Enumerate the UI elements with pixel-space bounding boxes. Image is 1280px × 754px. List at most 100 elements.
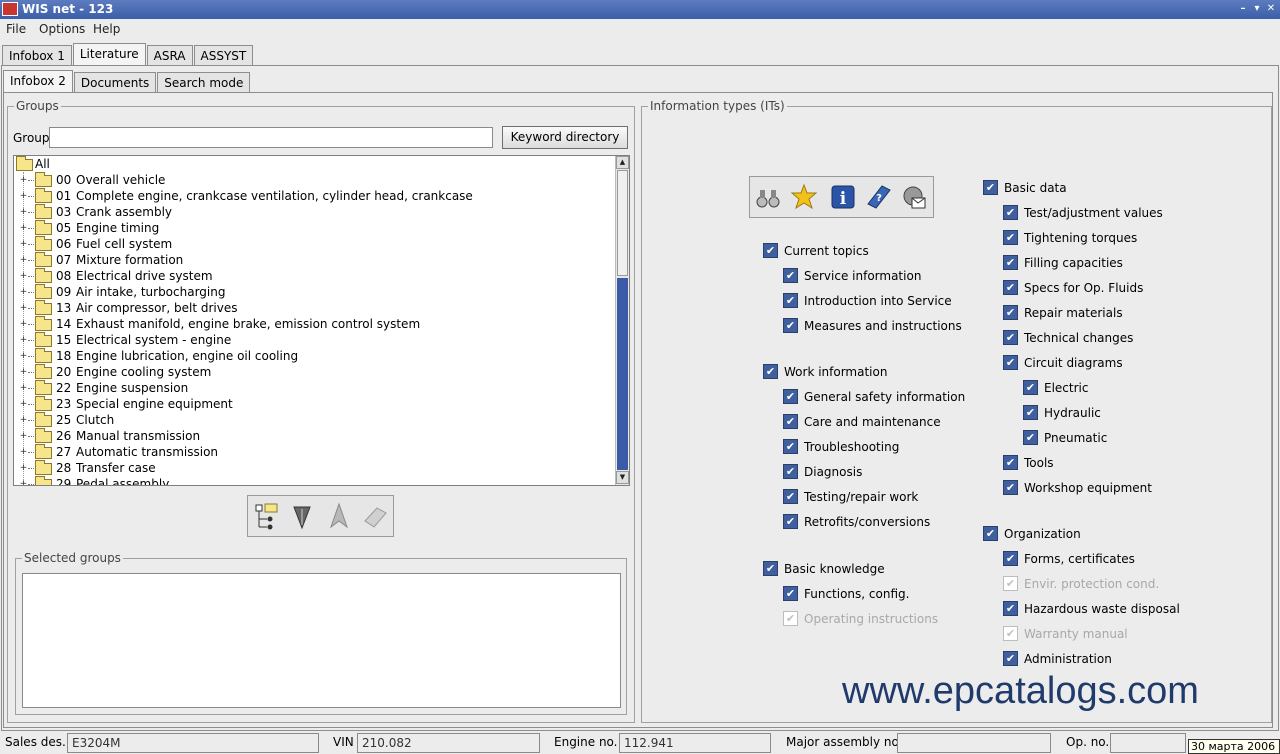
info-icon[interactable]: i — [829, 182, 857, 212]
expand-icon[interactable]: + — [19, 384, 28, 393]
expand-icon[interactable]: + — [19, 304, 28, 313]
checkbox-checked-icon[interactable]: ✔ — [1003, 455, 1018, 470]
tab-assyst[interactable]: ASSYST — [193, 45, 254, 66]
select-down-icon[interactable] — [288, 501, 316, 531]
checkbox-checked-icon[interactable]: ✔ — [783, 514, 798, 529]
expand-icon[interactable]: + — [19, 320, 28, 329]
folder-icon — [35, 476, 52, 485]
checkbox-organization-label: Organization — [1004, 527, 1081, 541]
folder-icon — [35, 172, 52, 187]
mail-icon[interactable] — [900, 182, 928, 212]
folder-icon — [35, 444, 52, 459]
tab-asra[interactable]: ASRA — [146, 45, 193, 66]
tree-connector — [28, 260, 34, 261]
expand-icon[interactable]: + — [19, 368, 28, 377]
menu-options[interactable]: Options — [39, 22, 85, 36]
expand-icon[interactable]: + — [19, 256, 28, 265]
checkbox-checked-icon[interactable]: ✔ — [783, 439, 798, 454]
checkbox-checked-icon[interactable]: ✔ — [763, 243, 778, 258]
checkbox-administration-label: Administration — [1024, 652, 1112, 666]
checkbox-checked-icon[interactable]: ✔ — [1003, 330, 1018, 345]
expand-icon[interactable]: + — [19, 192, 28, 201]
expand-icon[interactable]: + — [19, 176, 28, 185]
scroll-thumb[interactable] — [617, 170, 628, 276]
checkbox-checked-icon[interactable]: ✔ — [1003, 280, 1018, 295]
menu-file[interactable]: File — [6, 22, 26, 36]
menu-bar: File Options Help — [0, 19, 1280, 41]
tab-infobox-2[interactable]: Infobox 2 — [3, 70, 73, 93]
checkbox-checked-icon[interactable]: ✔ — [1003, 551, 1018, 566]
checkbox-checked-icon[interactable]: ✔ — [783, 389, 798, 404]
checkbox-checked-icon[interactable]: ✔ — [1023, 430, 1038, 445]
checkbox-checked-icon[interactable]: ✔ — [783, 611, 798, 626]
expand-icon[interactable]: + — [19, 416, 28, 425]
tree-scrollbar[interactable]: ▲ ▼ — [615, 156, 629, 485]
tree-connector — [28, 484, 34, 485]
expand-icon[interactable]: + — [19, 240, 28, 249]
checkbox-checked-icon[interactable]: ✔ — [1003, 230, 1018, 245]
expand-icon[interactable]: + — [19, 224, 28, 233]
scroll-down-icon[interactable]: ▼ — [616, 471, 629, 484]
keyword-directory-button[interactable]: Keyword directory — [502, 126, 628, 149]
folder-icon — [35, 236, 52, 251]
menu-help[interactable]: Help — [93, 22, 120, 36]
checkbox-checked-icon[interactable]: ✔ — [763, 561, 778, 576]
tab-documents[interactable]: Documents — [73, 72, 157, 93]
minimize-button[interactable]: – — [1236, 2, 1250, 16]
checkbox-checked-icon[interactable]: ✔ — [1023, 380, 1038, 395]
star-icon[interactable] — [790, 182, 818, 212]
sub-tabs: Infobox 2 Documents Search mode — [3, 70, 251, 93]
checkbox-checked-icon[interactable]: ✔ — [783, 489, 798, 504]
binoculars-icon[interactable] — [754, 182, 782, 212]
checkbox-checked-icon[interactable]: ✔ — [763, 364, 778, 379]
watermark: www.epcatalogs.com — [842, 670, 1199, 712]
scroll-up-icon[interactable]: ▲ — [616, 156, 629, 169]
expand-icon[interactable]: + — [19, 272, 28, 281]
close-button[interactable]: ✕ — [1264, 2, 1278, 16]
checkbox-checked-icon[interactable]: ✔ — [1003, 651, 1018, 666]
checkbox-checked-icon[interactable]: ✔ — [783, 318, 798, 333]
maximize-button[interactable]: ▾ — [1250, 2, 1264, 16]
tree-item-code: 20 — [56, 365, 72, 379]
tab-search-mode[interactable]: Search mode — [157, 72, 251, 93]
checkbox-checked-icon[interactable]: ✔ — [1003, 576, 1018, 591]
checkbox-checked-icon[interactable]: ✔ — [1003, 355, 1018, 370]
checkbox-checked-icon[interactable]: ✔ — [1003, 305, 1018, 320]
group-input[interactable] — [49, 127, 493, 148]
expand-icon[interactable]: + — [19, 400, 28, 409]
checkbox-checked-icon[interactable]: ✔ — [783, 586, 798, 601]
checkbox-checked-icon[interactable]: ✔ — [1023, 405, 1038, 420]
selected-groups-list[interactable] — [22, 573, 621, 708]
expand-icon[interactable]: + — [19, 464, 28, 473]
expand-icon[interactable]: + — [19, 336, 28, 345]
tab-infobox-1[interactable]: Infobox 1 — [2, 45, 72, 66]
expand-icon[interactable]: + — [19, 448, 28, 457]
checkbox-basic-data-label: Basic data — [1004, 181, 1067, 195]
tree-item-code: 03 — [56, 205, 72, 219]
checkbox-checked-icon[interactable]: ✔ — [783, 293, 798, 308]
scroll-track[interactable] — [617, 278, 628, 470]
folder-icon — [35, 268, 52, 283]
expand-icon[interactable]: + — [19, 208, 28, 217]
checkbox-checked-icon[interactable]: ✔ — [783, 464, 798, 479]
eraser-icon[interactable] — [361, 501, 389, 531]
tree-item-code: 27 — [56, 445, 72, 459]
expand-icon[interactable]: + — [19, 288, 28, 297]
tree-folder-icon[interactable] — [253, 501, 281, 531]
expand-icon[interactable]: + — [19, 480, 28, 486]
checkbox-checked-icon[interactable]: ✔ — [1003, 205, 1018, 220]
information-types-legend: Information types (ITs) — [648, 99, 787, 113]
checkbox-checked-icon[interactable]: ✔ — [1003, 601, 1018, 616]
expand-icon[interactable]: + — [19, 432, 28, 441]
book-icon[interactable]: ? — [864, 182, 892, 212]
select-up-icon[interactable] — [325, 501, 353, 531]
checkbox-checked-icon[interactable]: ✔ — [1003, 626, 1018, 641]
checkbox-checked-icon[interactable]: ✔ — [983, 180, 998, 195]
expand-icon[interactable]: + — [19, 352, 28, 361]
checkbox-checked-icon[interactable]: ✔ — [783, 268, 798, 283]
tab-literature[interactable]: Literature — [72, 43, 146, 66]
checkbox-checked-icon[interactable]: ✔ — [983, 526, 998, 541]
checkbox-checked-icon[interactable]: ✔ — [783, 414, 798, 429]
checkbox-checked-icon[interactable]: ✔ — [1003, 255, 1018, 270]
checkbox-checked-icon[interactable]: ✔ — [1003, 480, 1018, 495]
